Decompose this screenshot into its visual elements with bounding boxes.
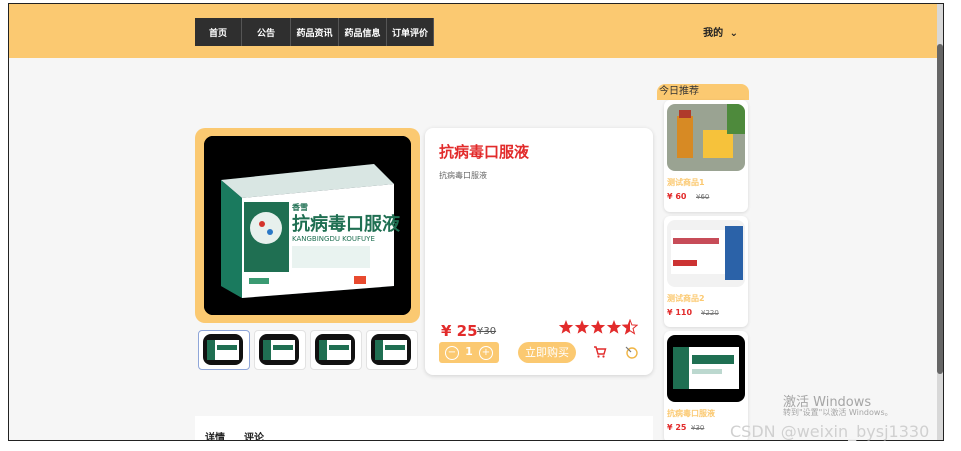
detail-tabs: 详情 评论 (195, 416, 653, 440)
recommend-price-2: ¥ 110 (667, 308, 693, 317)
recommend-old-price-3: ¥30 (691, 424, 705, 432)
cart-icon[interactable] (593, 345, 607, 359)
nav-order-review[interactable]: 订单评价 (387, 18, 434, 46)
recommend-price-3: ¥ 25 (667, 423, 687, 432)
recommend-title: 今日推荐 (657, 84, 749, 100)
scrollbar[interactable] (937, 4, 943, 440)
tab-details[interactable]: 详情 (205, 429, 225, 440)
recommend-image-1 (667, 104, 745, 171)
product-gallery: 香雪 抗病毒口服液 KANGBINGDU KOUFUYE (195, 128, 420, 323)
thumbnail-2[interactable] (254, 330, 306, 370)
thumbnail-3[interactable] (310, 330, 362, 370)
star-icon (606, 320, 622, 334)
nav-drug-info[interactable]: 药品信息 (339, 18, 387, 46)
recommend-price-1: ¥ 60 (667, 192, 687, 201)
browser-viewport: 首页 公告 药品资讯 药品信息 订单评价 我的 ⌄ 香雪 抗病毒口服液 KANG… (8, 3, 944, 441)
tab-comments[interactable]: 评论 (244, 429, 264, 440)
user-menu[interactable]: 我的 ⌄ (703, 24, 738, 39)
product-name: 抗病毒口服液 (439, 143, 530, 161)
recommend-name-3: 抗病毒口服液 (667, 409, 715, 418)
buy-now-button[interactable]: 立即购买 (518, 342, 576, 363)
csdn-watermark: CSDN @weixin_bysj1330 (730, 422, 930, 441)
minus-icon[interactable]: − (445, 346, 459, 360)
product-detail-card: 抗病毒口服液 抗病毒口服液 ¥ 25 ¥30 − 1 + 立即购买 (425, 128, 653, 375)
recommend-item-2[interactable]: 测试商品2 ¥ 110 ¥220 (664, 216, 748, 327)
recommend-image-3 (667, 335, 745, 402)
recommend-image-2 (667, 220, 745, 287)
thumbnail-4[interactable] (366, 330, 418, 370)
recommend-item-1[interactable]: 测试商品1 ¥ 60 ¥60 (664, 100, 748, 212)
top-navigation-bar: 首页 公告 药品资讯 药品信息 订单评价 我的 ⌄ (9, 4, 943, 58)
recommend-name-2: 测试商品2 (667, 294, 705, 303)
user-menu-label: 我的 (703, 28, 724, 39)
recommend-old-price-1: ¥60 (696, 193, 710, 201)
scrollbar-thumb[interactable] (937, 44, 943, 374)
plus-icon[interactable]: + (479, 346, 493, 360)
collect-icon[interactable] (624, 345, 638, 359)
recommend-old-price-2: ¥220 (701, 309, 719, 317)
quantity-stepper: − 1 + (439, 342, 499, 363)
nav-notice[interactable]: 公告 (242, 18, 291, 46)
product-price: ¥ 25 (441, 322, 478, 340)
chevron-down-icon: ⌄ (729, 28, 738, 39)
box-title: 抗病毒口服液 (292, 213, 401, 235)
box-brand: 香雪 (291, 202, 308, 212)
product-old-price: ¥30 (477, 326, 497, 337)
star-icon (590, 320, 606, 334)
product-main-image: 香雪 抗病毒口服液 KANGBINGDU KOUFUYE (204, 136, 411, 315)
box-pinyin: KANGBINGDU KOUFUYE (292, 235, 375, 243)
activate-windows-hint: 转到"设置"以激活 Windows。 (783, 408, 893, 417)
quantity-value: 1 (465, 345, 473, 358)
star-icon (558, 320, 574, 334)
medicine-box-image: 香雪 抗病毒口服液 KANGBINGDU KOUFUYE (204, 136, 411, 315)
product-description: 抗病毒口服液 (439, 171, 487, 180)
recommend-name-1: 测试商品1 (667, 178, 705, 187)
nav-news[interactable]: 药品资讯 (291, 18, 339, 46)
rating-stars (558, 319, 638, 335)
nav-home[interactable]: 首页 (195, 18, 242, 46)
thumbnail-1[interactable] (198, 330, 250, 370)
star-icon (574, 320, 590, 334)
